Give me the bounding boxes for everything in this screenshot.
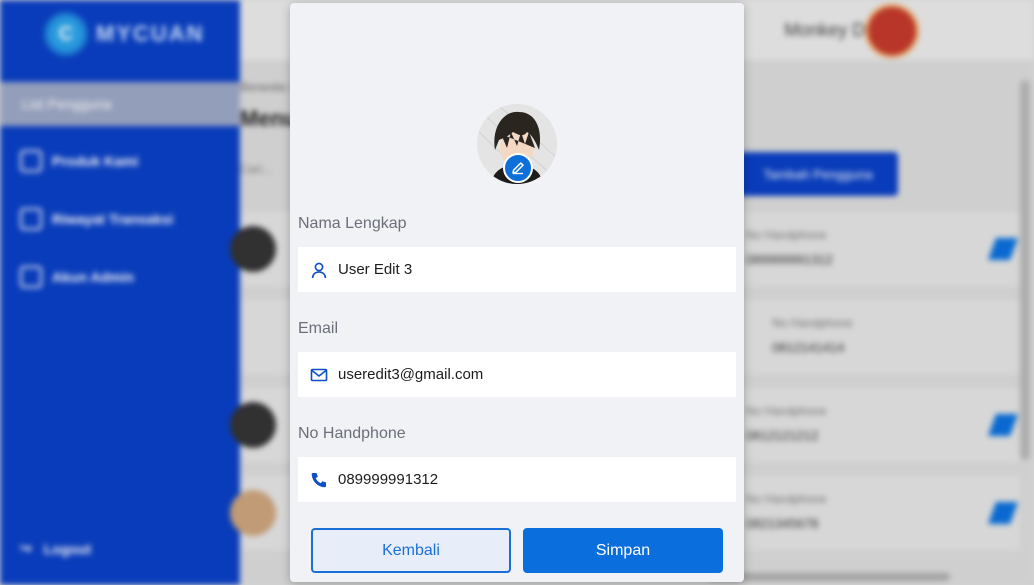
pencil-icon <box>512 162 524 175</box>
name-label: Nama Lengkap <box>298 215 407 232</box>
save-button[interactable]: Simpan <box>523 528 723 573</box>
edit-user-modal: Nama Lengkap User Edit 3 Email useredit3… <box>290 3 744 582</box>
mail-icon <box>310 366 328 384</box>
phone-value: 089999991312 <box>338 471 439 488</box>
name-field[interactable]: User Edit 3 <box>298 247 736 292</box>
user-icon <box>310 261 328 279</box>
phone-field[interactable]: 089999991312 <box>298 457 736 502</box>
email-label: Email <box>298 320 339 337</box>
name-value: User Edit 3 <box>338 261 413 278</box>
email-value: useredit3@gmail.com <box>338 366 484 383</box>
back-button[interactable]: Kembali <box>311 528 511 573</box>
phone-icon <box>310 471 328 489</box>
email-field[interactable]: useredit3@gmail.com <box>298 352 736 397</box>
phone-label: No Handphone <box>298 425 406 442</box>
edit-photo-button[interactable] <box>503 153 533 183</box>
